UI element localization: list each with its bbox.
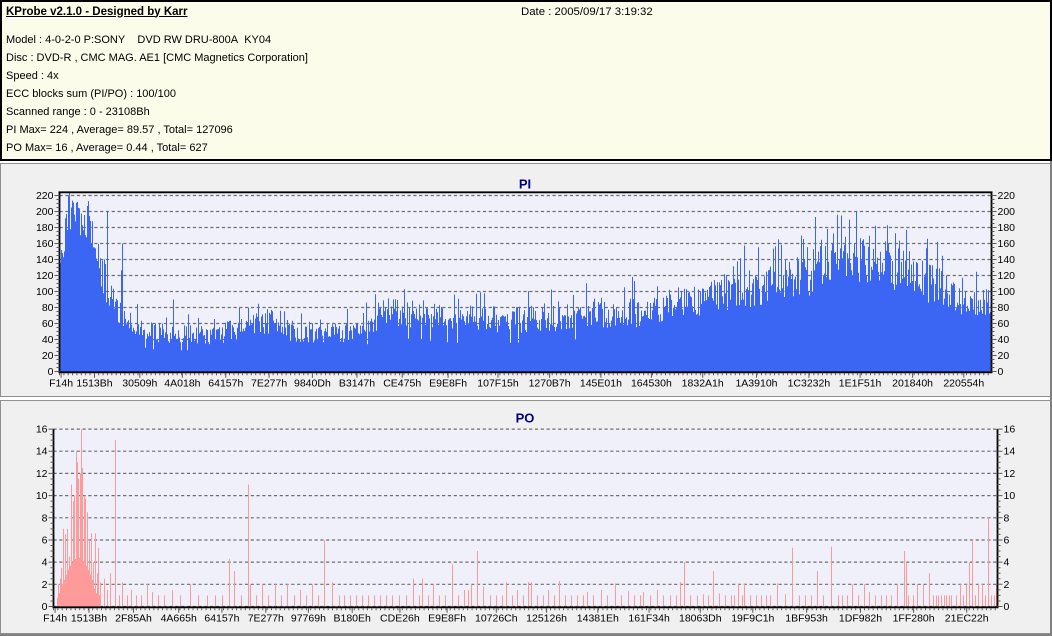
svg-text:1BF953h: 1BF953h — [785, 613, 828, 625]
svg-text:0: 0 — [42, 601, 48, 613]
svg-text:7E277h: 7E277h — [251, 378, 287, 390]
svg-text:14: 14 — [36, 446, 48, 458]
svg-text:1270B7h: 1270B7h — [529, 378, 571, 390]
svg-text:F14h: F14h — [49, 378, 73, 390]
svg-text:0: 0 — [1004, 601, 1010, 613]
svg-text:80: 80 — [42, 302, 54, 314]
svg-text:E9E8Fh: E9E8Fh — [428, 613, 466, 625]
svg-text:140: 140 — [998, 254, 1016, 266]
svg-text:2: 2 — [1004, 579, 1010, 591]
svg-text:PO: PO — [516, 411, 535, 426]
svg-text:CDE26h: CDE26h — [380, 613, 420, 625]
svg-text:140: 140 — [36, 254, 54, 266]
svg-text:1513Bh: 1513Bh — [76, 378, 112, 390]
svg-text:8: 8 — [1004, 512, 1010, 524]
svg-text:200: 200 — [998, 206, 1016, 218]
svg-text:64157h: 64157h — [208, 378, 243, 390]
svg-text:14: 14 — [1004, 446, 1016, 458]
svg-text:2F85Ah: 2F85Ah — [115, 613, 152, 625]
svg-text:201840h: 201840h — [892, 378, 933, 390]
svg-text:10: 10 — [36, 490, 48, 502]
svg-text:1832A1h: 1832A1h — [682, 378, 724, 390]
svg-text:21EC22h: 21EC22h — [945, 613, 989, 625]
svg-text:60: 60 — [42, 318, 54, 330]
svg-text:30509h: 30509h — [122, 378, 157, 390]
svg-text:20: 20 — [42, 350, 54, 362]
svg-text:2: 2 — [42, 579, 48, 591]
svg-text:16: 16 — [1004, 424, 1016, 436]
svg-text:1FF280h: 1FF280h — [893, 613, 935, 625]
svg-text:4: 4 — [42, 557, 48, 569]
svg-text:0: 0 — [998, 366, 1004, 378]
svg-text:4: 4 — [1004, 557, 1010, 569]
svg-text:120: 120 — [998, 270, 1016, 282]
svg-text:40: 40 — [42, 334, 54, 346]
svg-text:4A665h: 4A665h — [161, 613, 197, 625]
svg-text:18063Dh: 18063Dh — [679, 613, 722, 625]
svg-text:6: 6 — [42, 535, 48, 547]
svg-text:10: 10 — [1004, 490, 1016, 502]
svg-text:1513Bh: 1513Bh — [71, 613, 107, 625]
svg-text:PI: PI — [519, 177, 531, 192]
svg-text:7E277h: 7E277h — [248, 613, 284, 625]
svg-text:CE475h: CE475h — [383, 378, 421, 390]
svg-text:107F15h: 107F15h — [477, 378, 519, 390]
svg-text:100: 100 — [36, 286, 54, 298]
svg-text:161F34h: 161F34h — [628, 613, 670, 625]
svg-text:6: 6 — [1004, 535, 1010, 547]
svg-text:180: 180 — [36, 222, 54, 234]
svg-text:164530h: 164530h — [631, 378, 672, 390]
svg-text:8: 8 — [42, 512, 48, 524]
svg-text:1DF982h: 1DF982h — [839, 613, 882, 625]
svg-text:145E01h: 145E01h — [580, 378, 622, 390]
svg-text:4A018h: 4A018h — [164, 378, 200, 390]
svg-text:180: 180 — [998, 222, 1016, 234]
svg-text:60: 60 — [998, 318, 1010, 330]
svg-text:160: 160 — [36, 238, 54, 250]
svg-text:0: 0 — [48, 366, 54, 378]
svg-text:B3147h: B3147h — [339, 378, 375, 390]
svg-text:1A3910h: 1A3910h — [735, 378, 777, 390]
svg-text:97769h: 97769h — [291, 613, 326, 625]
svg-text:12: 12 — [36, 468, 48, 480]
svg-text:1E1F51h: 1E1F51h — [839, 378, 882, 390]
svg-text:64157h: 64157h — [204, 613, 239, 625]
svg-text:220: 220 — [998, 190, 1016, 202]
svg-text:40: 40 — [998, 334, 1010, 346]
svg-text:160: 160 — [998, 238, 1016, 250]
svg-text:E9E8Fh: E9E8Fh — [429, 378, 467, 390]
svg-text:220: 220 — [36, 190, 54, 202]
svg-text:F14h: F14h — [43, 613, 67, 625]
svg-text:200: 200 — [36, 206, 54, 218]
svg-text:10726Ch: 10726Ch — [475, 613, 518, 625]
svg-text:19F9C1h: 19F9C1h — [731, 613, 774, 625]
svg-text:14381Eh: 14381Eh — [577, 613, 619, 625]
svg-text:B180Eh: B180Eh — [334, 613, 372, 625]
svg-text:220554h: 220554h — [943, 378, 984, 390]
svg-text:1C3232h: 1C3232h — [788, 378, 831, 390]
svg-text:20: 20 — [998, 350, 1010, 362]
svg-text:80: 80 — [998, 302, 1010, 314]
svg-text:9840Dh: 9840Dh — [294, 378, 331, 390]
svg-text:12: 12 — [1004, 468, 1016, 480]
svg-text:100: 100 — [998, 286, 1016, 298]
svg-text:16: 16 — [36, 424, 48, 436]
svg-text:125126h: 125126h — [526, 613, 567, 625]
svg-text:120: 120 — [36, 270, 54, 282]
